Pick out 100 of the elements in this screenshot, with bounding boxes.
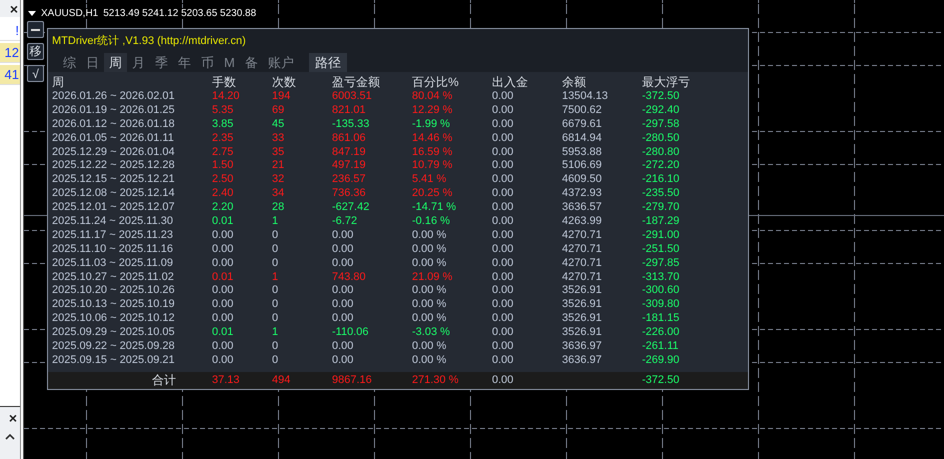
period-tab[interactable]: M — [219, 53, 240, 72]
deposit-cell-text: 0.00 — [492, 340, 514, 354]
drawdown-cell-text: -279.70 — [642, 201, 680, 216]
balance-cell-text: 4270.71 — [562, 242, 603, 257]
price-label: 5213.49 5241.12 5203.65 5230.88 — [103, 8, 256, 19]
trades-cell-text: 0 — [272, 242, 280, 257]
balance-cell-text: 3636.97 — [562, 354, 603, 368]
symbol-label: XAUUSD,H1 — [41, 8, 98, 19]
week-cell-text: 2025.10.13 ~ 2025.10.19 — [52, 298, 176, 312]
percent-cell-text: 14.46 % — [412, 132, 454, 146]
period-tab[interactable]: 综 — [58, 53, 81, 72]
trades-cell-text: 0 — [272, 312, 280, 326]
percent-cell-text: 80.04 % — [412, 90, 454, 104]
value-cell: 41 — [0, 65, 20, 85]
lots-cell-text: 1.50 — [212, 159, 234, 174]
week-cell-text: 2025.11.17 ~ 2025.11.23 — [52, 228, 174, 243]
drawdown-cell-text: -300.60 — [642, 284, 680, 298]
balance-cell-text: 6679.61 — [562, 118, 603, 132]
lots-cell-text: 3.85 — [212, 118, 234, 132]
balance-cell-text: 3526.91 — [562, 312, 603, 326]
profit-cell-text: 0.00 — [332, 298, 354, 312]
profit-cell-text: 0.00 — [332, 284, 354, 298]
percent-cell-text: 0.00 % — [412, 354, 448, 368]
lots-cell-text: 0.00 — [212, 242, 234, 257]
trades-cell-text: 0 — [272, 256, 280, 271]
percent-cell-text: -14.71 % — [412, 201, 458, 216]
profit-cell-text: 0.00 — [332, 312, 354, 326]
period-tab[interactable]: 季 — [150, 53, 173, 72]
week-cell-text: 2025.12.29 ~ 2026.01.04 — [52, 146, 176, 160]
profit-cell-text: 0.00 — [332, 354, 354, 368]
trades-cell-text: 194 — [272, 90, 292, 104]
panel-button[interactable]: 移 — [27, 43, 44, 60]
profit-cell-text: 236.57 — [332, 173, 367, 188]
balance-cell-text: 13504.13 — [562, 90, 609, 104]
period-tab[interactable]: 年 — [173, 53, 196, 72]
deposit-cell-text: 0.00 — [492, 298, 514, 312]
balance-cell-text: 7500.62 — [562, 104, 603, 118]
period-tab[interactable]: 账户 — [262, 53, 299, 72]
chevron-up-icon[interactable] — [5, 433, 15, 440]
trades-cell-text: 494 — [272, 372, 292, 388]
drawdown-cell-text: -297.58 — [642, 118, 680, 132]
balance-cell-text: 4372.93 — [562, 187, 603, 202]
drawdown-cell-text: -261.11 — [642, 340, 680, 354]
week-cell-text: 2026.01.19 ~ 2026.01.25 — [52, 104, 176, 118]
drawdown-cell-text: -292.40 — [642, 104, 680, 118]
drawdown-cell-text: -226.00 — [642, 326, 680, 340]
week-cell-text: 2025.11.03 ~ 2025.11.09 — [52, 256, 174, 271]
path-button[interactable]: 路径 — [308, 53, 347, 72]
balance-cell-text: 3526.91 — [562, 326, 603, 340]
minimize-button[interactable] — [27, 21, 44, 38]
profit-cell-text: 0.00 — [332, 228, 354, 243]
trades-cell-text: 1 — [272, 270, 280, 284]
trades-cell-text: 45 — [272, 118, 286, 132]
total-label: 合计 — [151, 372, 177, 389]
week-cell-text: 2025.10.27 ~ 2025.11.02 — [52, 270, 175, 284]
drawdown-cell-text: -216.10 — [642, 173, 680, 188]
lots-cell-text: 0.01 — [212, 270, 234, 284]
value-cell: 12 — [0, 43, 20, 63]
period-tab[interactable]: 日 — [81, 53, 104, 72]
profit-cell-text: 0.00 — [332, 340, 354, 354]
lots-cell-text: 0.00 — [212, 228, 234, 243]
close-button[interactable]: × — [8, 411, 17, 425]
deposit-cell-text: 0.00 — [492, 146, 514, 160]
balance-cell-text: 5106.69 — [562, 159, 603, 174]
percent-cell-text: 16.59 % — [412, 146, 454, 160]
deposit-cell-text: 0.00 — [492, 201, 514, 216]
value-cell: ! — [0, 21, 20, 41]
profit-cell-text: 861.06 — [332, 132, 367, 146]
trades-cell-text: 1 — [272, 215, 280, 229]
percent-cell-text: 0.00 % — [412, 284, 448, 298]
column-header: 余额 — [562, 74, 587, 90]
lots-cell-text: 5.35 — [212, 104, 234, 118]
week-cell-text: 2025.11.10 ~ 2025.11.16 — [52, 242, 174, 257]
profit-cell-text: 6003.51 — [332, 90, 373, 104]
percent-cell-text: 0.00 % — [412, 312, 448, 326]
deposit-cell-text: 0.00 — [492, 104, 514, 118]
trades-cell-text: 0 — [272, 228, 280, 243]
drawdown-cell-text: -372.50 — [642, 372, 680, 388]
trades-cell-text: 1 — [272, 326, 280, 340]
balance-cell-text: 4270.71 — [562, 256, 603, 271]
week-cell-text: 2025.09.15 ~ 2025.09.21 — [52, 354, 176, 368]
week-cell-text: 2026.01.05 ~ 2026.01.11 — [52, 132, 175, 146]
period-tab[interactable]: 月 — [127, 53, 150, 72]
panel-button[interactable]: √ — [27, 65, 44, 82]
deposit-cell-text: 0.00 — [492, 118, 514, 132]
trades-cell-text: 32 — [272, 173, 286, 188]
profit-cell-text: 821.01 — [332, 104, 367, 118]
balance-cell-text: 3526.91 — [562, 298, 603, 312]
balance-cell-text: 5953.88 — [562, 146, 603, 160]
week-cell-text: 2025.12.01 ~ 2025.12.07 — [52, 201, 176, 216]
lots-cell-text: 2.40 — [212, 187, 234, 202]
trades-cell-text: 28 — [272, 201, 286, 216]
period-tab[interactable]: 备 — [240, 53, 263, 72]
period-tab[interactable]: 周 — [104, 53, 127, 72]
profit-cell-text: -135.33 — [332, 118, 370, 132]
deposit-cell-text: 0.00 — [492, 187, 514, 202]
panel-title: MTDriver统计 ,V1.93 (http://mtdriver.cn) — [48, 29, 748, 53]
period-tab[interactable]: 币 — [196, 53, 219, 72]
balance-cell-text: 4263.99 — [562, 215, 603, 229]
dropdown-icon[interactable] — [28, 11, 36, 16]
